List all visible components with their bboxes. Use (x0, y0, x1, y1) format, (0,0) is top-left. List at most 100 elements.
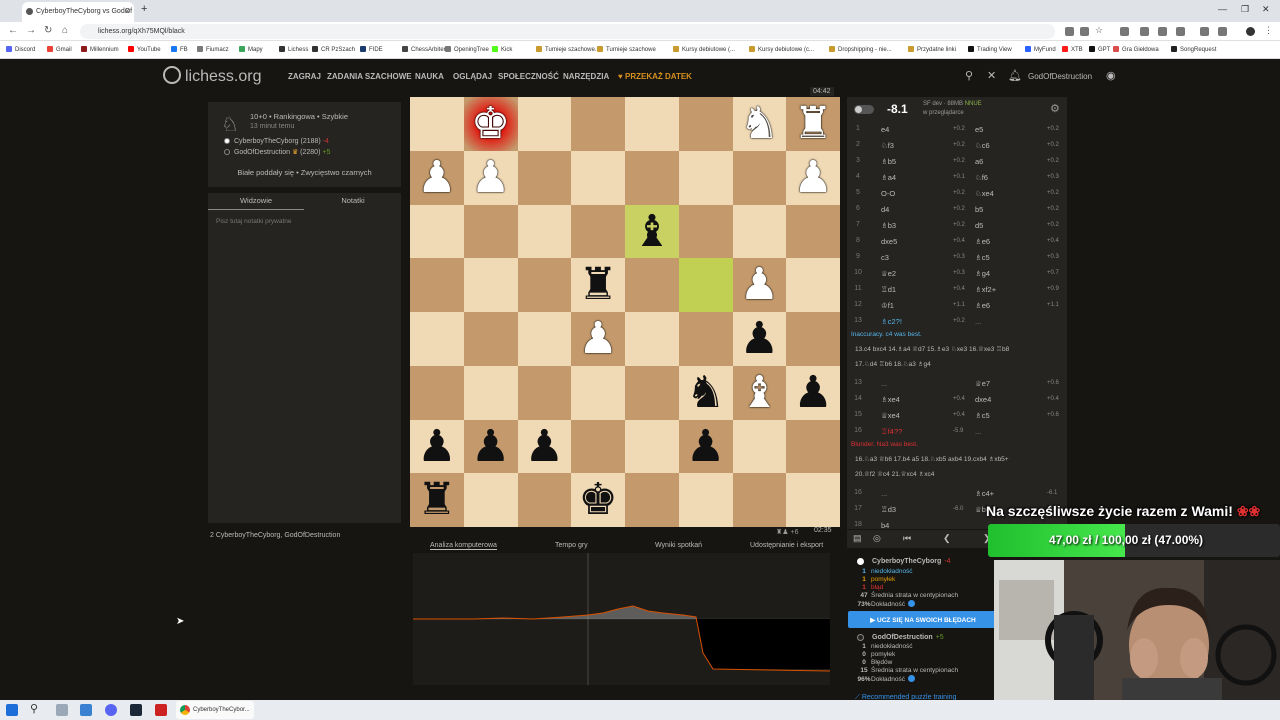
extension-icon[interactable] (1158, 27, 1167, 36)
board-square[interactable] (571, 97, 625, 151)
white-move[interactable]: ♖f4?? (881, 427, 902, 436)
board-square[interactable] (463, 365, 518, 420)
practice-icon[interactable]: ◎ (873, 533, 881, 544)
bookmark-item[interactable]: OpeningTree (445, 46, 489, 53)
advantage-graph[interactable] (413, 553, 831, 685)
bookmark-item[interactable]: Gmail (47, 46, 72, 53)
board-square[interactable] (571, 365, 625, 420)
black-move[interactable]: b5 (975, 205, 983, 214)
white-move[interactable]: ♗a4 (881, 173, 896, 182)
gear-icon[interactable]: ⚙ (1050, 102, 1060, 115)
white-move[interactable]: ♗xe4 (881, 395, 900, 404)
board-square[interactable] (410, 97, 464, 151)
board-square[interactable] (678, 473, 733, 527)
board-square[interactable] (517, 204, 572, 259)
board-square[interactable] (410, 312, 464, 366)
profile-avatar-icon[interactable] (1246, 27, 1255, 36)
board-square[interactable] (732, 204, 787, 259)
board-square[interactable] (625, 473, 679, 527)
board-square[interactable] (571, 419, 625, 474)
download-icon[interactable] (1200, 27, 1209, 36)
nav-watch[interactable]: OGLĄDAJ (453, 72, 492, 81)
board-square[interactable] (571, 204, 625, 259)
board-square[interactable] (732, 419, 787, 474)
bookmark-item[interactable]: CR PzSzach (312, 46, 355, 53)
bookmark-item[interactable]: Turnieje szachowe (597, 46, 656, 53)
bookmark-item[interactable]: Fiumacz (197, 46, 229, 53)
board-square[interactable] (571, 150, 625, 205)
white-pawn-piece[interactable]: ♟ (464, 151, 518, 205)
white-pawn-piece[interactable]: ♟ (571, 312, 625, 366)
board-square[interactable] (678, 312, 733, 366)
board-square[interactable] (625, 97, 679, 151)
board-square[interactable] (678, 204, 733, 259)
sidebar-icon[interactable] (1218, 27, 1227, 36)
first-move-icon[interactable]: ⏮ (903, 533, 911, 544)
board-square[interactable] (732, 150, 787, 205)
board-square[interactable] (463, 258, 518, 312)
menu-kebab-icon[interactable]: ⋮ (1264, 25, 1273, 35)
bookmark-item[interactable]: Kursy debiutowe (... (673, 46, 735, 53)
bookmark-item[interactable]: Kick (492, 46, 512, 53)
nav-play[interactable]: ZAGRAJ (288, 72, 321, 81)
white-move[interactable]: ♗b3 (881, 221, 896, 230)
bookmark-star-icon[interactable]: ☆ (1095, 25, 1104, 35)
tab-move-times[interactable]: Tempo gry (555, 542, 588, 549)
info-icon[interactable] (907, 600, 915, 607)
board-square[interactable] (786, 473, 840, 527)
black-pawn-piece[interactable]: ♟ (518, 420, 572, 474)
new-tab-icon[interactable]: + (141, 3, 147, 15)
black-pawn-piece[interactable]: ♟ (679, 420, 733, 474)
board-square[interactable] (678, 97, 733, 151)
bookmark-item[interactable]: ChessArbiter (402, 46, 446, 53)
bookmark-item[interactable]: Kursy debiutowe (c... (749, 46, 814, 53)
black-move[interactable]: ♗e6 (975, 301, 990, 310)
file-explorer-icon[interactable] (56, 704, 68, 716)
black-king-piece[interactable]: ♚ (571, 473, 625, 527)
board-square[interactable] (410, 258, 464, 312)
lichess-logo[interactable]: lichess.org (163, 66, 261, 86)
black-knight-piece[interactable]: ♞ (679, 366, 733, 420)
bookmark-item[interactable]: FB (171, 46, 188, 53)
notification-bell-icon[interactable]: 🔔︎ (1008, 69, 1022, 82)
white-move[interactable]: ♔f1 (881, 301, 894, 310)
bookmark-item[interactable]: XTB (1062, 46, 1083, 53)
black-move[interactable]: a6 (975, 157, 983, 166)
black-move[interactable]: ♘f6 (975, 173, 988, 182)
white-move[interactable]: dxe5 (881, 237, 897, 246)
menu-book-icon[interactable]: ▤ (853, 533, 862, 544)
board-square[interactable] (410, 204, 464, 259)
black-move[interactable]: ♕e7 (975, 379, 990, 388)
board-square[interactable] (786, 312, 840, 366)
nav-donate[interactable]: ♥ PRZEKAŻ DATEK (618, 72, 692, 81)
black-move[interactable]: ♘c6 (975, 141, 990, 150)
board-square[interactable] (517, 150, 572, 205)
board-square[interactable] (625, 312, 679, 366)
white-pawn-piece[interactable]: ♟ (786, 151, 840, 205)
nav-community[interactable]: SPOŁECZNOŚĆ (498, 72, 559, 81)
black-move[interactable]: ♗c5 (975, 253, 990, 262)
black-move[interactable]: ♗e6 (975, 237, 990, 246)
white-player[interactable]: CyberboyTheCyborg (2188) -4 (224, 138, 329, 145)
discord-icon[interactable] (105, 704, 117, 716)
black-move[interactable]: ♗xf2+ (975, 285, 996, 294)
variation-line[interactable]: 16.♘a3 ♕b6 17.b4 a5 18.♘xb5 axb4 19.cxb4… (855, 455, 1009, 463)
board-square[interactable] (786, 258, 840, 312)
nav-learn[interactable]: NAUKA (415, 72, 444, 81)
extension-icon[interactable] (1140, 27, 1149, 36)
board-square[interactable] (786, 419, 840, 474)
forward-icon[interactable]: → (26, 25, 36, 36)
window-close-icon[interactable]: ✕ (1262, 4, 1270, 15)
bookmark-item[interactable]: Gra Giełdowa (1113, 46, 1159, 53)
black-player[interactable]: GodOfDestruction ♛ (2280) +5 (224, 148, 330, 156)
bookmark-item[interactable]: MyFund (1025, 46, 1056, 53)
extension-icon[interactable] (1065, 27, 1074, 36)
board-square[interactable] (625, 150, 679, 205)
share-icon[interactable] (1080, 27, 1089, 36)
tab-computer-analysis[interactable]: Analiza komputerowa (430, 542, 497, 550)
user-avatar-icon[interactable]: ◉ (1106, 69, 1116, 82)
white-pawn-piece[interactable]: ♟ (410, 151, 464, 205)
white-knight-piece[interactable]: ♞ (733, 97, 787, 151)
streaming-app-icon[interactable] (155, 704, 167, 716)
summary-black-name[interactable]: GodOfDestruction +5 (872, 634, 944, 641)
